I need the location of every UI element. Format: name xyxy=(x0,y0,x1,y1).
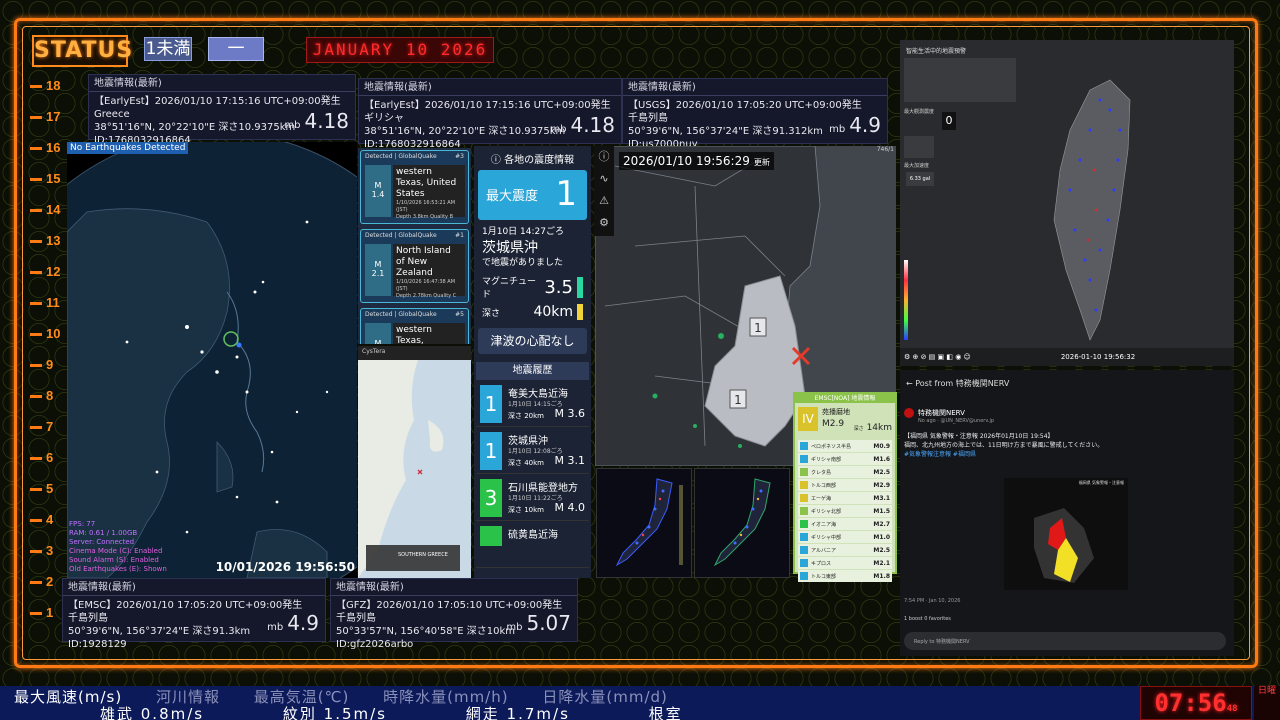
no-detection-label: No Earthquakes Detected xyxy=(67,142,189,154)
level-tag: 一 xyxy=(208,37,264,61)
jma-intensity-panel: ⓘ 各地の震度情報 最大震度 1 1月10日 14:27ごろ 茨城県沖 で地震があ… xyxy=(474,146,591,578)
quake-info-usgs: 地震情報(最新) 【USGS】2026/01/10 17:05:20 UTC+0… xyxy=(622,78,888,150)
history-item[interactable]: 1 奄美大島近海 1月10日 14:15ごろ 深さ 20km M 3.6 xyxy=(476,383,589,427)
svg-text:1: 1 xyxy=(734,393,742,407)
tw-toolbar: ⚙ ⊕ ⊘ ▤ ▣ ◧ ◉ ☺ 2026-01-10 19:56:32 xyxy=(900,348,1234,366)
scale-tick: 2 xyxy=(30,570,66,596)
history-item[interactable]: 硫黄島近海 xyxy=(476,524,589,568)
reply-input[interactable]: Reply to 特務機関NERV xyxy=(904,632,1226,650)
date-display: JANUARY 10 2026 xyxy=(306,37,494,63)
waveform-icon[interactable]: ∿ xyxy=(594,168,614,190)
history-title: 地震履歴 xyxy=(476,362,589,380)
list-item[interactable]: キプロス M2.1 xyxy=(798,557,892,569)
info-icon[interactable]: ⓘ xyxy=(594,146,614,168)
globe-timestamp: 10/01/2026 19:56:50 xyxy=(215,560,355,574)
tsunami-notice: 津波の心配なし xyxy=(478,328,587,354)
scale-tick: 12 xyxy=(30,260,66,286)
list-item[interactable]: Detected | GlobalQuake #5 M western Texas… xyxy=(360,308,469,344)
scale-tick: 11 xyxy=(30,291,66,317)
list-item[interactable]: トルコ西部 M2.9 xyxy=(798,479,892,491)
nied-minimap xyxy=(596,468,692,578)
history-item[interactable]: 1 茨城県沖 1月10日 12:08ごろ 深さ 40km M 3.1 xyxy=(476,430,589,474)
magnitude-value: mb 4.9 xyxy=(267,611,319,635)
list-item[interactable]: ギリシャ南部 M1.6 xyxy=(798,453,892,465)
intensity-color-scale xyxy=(904,260,908,340)
scale-tick: 7 xyxy=(30,415,66,441)
status-badge: STATUS xyxy=(32,35,132,67)
taiwan-eew-panel: 智能生活中的地震預警 最大觀測震度 0 最大加速度 6.33 gal ⚙ ⊕ ⊘… xyxy=(900,40,1234,366)
scale-tick: 15 xyxy=(30,167,66,193)
scale-tick: 6 xyxy=(30,446,66,472)
scale-tick: 14 xyxy=(30,198,66,224)
list-item[interactable]: Detected | GlobalQuake #1 M 2.1 North Isla… xyxy=(360,229,469,303)
taiwan-map xyxy=(1053,79,1131,341)
svg-text:SOUTHERN GREECE: SOUTHERN GREECE xyxy=(398,552,448,558)
nerv-post-panel: ← Post from 特務機関NERV 特務機関NERV No ago · @… xyxy=(900,370,1234,656)
avatar xyxy=(904,408,914,418)
depth-row: 深さ 40km xyxy=(482,304,583,320)
phone-map-view[interactable]: CysTera SOUTHERN GREECE xyxy=(358,346,471,578)
history-item[interactable]: 3 石川県能登地方 1月10日 11:22ごろ 深さ 10km M 4.0 xyxy=(476,477,589,521)
scale-tick: 16 xyxy=(30,136,66,162)
kmoni-minimap xyxy=(694,468,790,578)
quake-info-earlyest-en: 地震情報(最新) 【EarlyEst】2026/01/10 17:15:16 U… xyxy=(88,74,356,146)
list-item[interactable]: ギリシャ中部 M1.0 xyxy=(798,531,892,543)
list-item[interactable]: トルコ東部 M1.8 xyxy=(798,570,892,582)
scale-tick: 13 xyxy=(30,229,66,255)
map-side-toolbar: ⓘ ∿ ⚠ ⚙ xyxy=(594,146,614,236)
scale-tick: 8 xyxy=(30,384,66,410)
list-item[interactable]: イオニア海 M2.7 xyxy=(798,518,892,530)
warning-map-image: 福岡県 気象警報・注意報 xyxy=(1004,478,1128,590)
list-item[interactable]: ギリシャ北部 M1.5 xyxy=(798,505,892,517)
globe-view[interactable]: No Earthquakes Detected FPS: 77 RAM: 0.6… xyxy=(67,142,357,578)
max-intensity-value: 0 xyxy=(942,112,956,130)
max-intensity-card: 最大震度 1 xyxy=(478,170,587,220)
intensity-tag: 1未満 xyxy=(144,37,192,61)
quake-info-gfz: 地震情報(最新) 【GFZ】2026/01/10 17:05:10 UTC+09… xyxy=(330,578,578,650)
post-body: 【福岡県 気象警報・注意報 2026年01月10日 19:54】 福岡、北九州地… xyxy=(904,433,1104,458)
scale-tick: 1 xyxy=(30,601,66,627)
list-item[interactable]: クレタ島 M2.5 xyxy=(798,466,892,478)
svg-text:1: 1 xyxy=(754,321,762,335)
emsc-quake-list: EMSC[NOA] 地震情報 IV 苑播磨地 M2.9 深さ 14km ペロポネ… xyxy=(793,392,897,582)
magnitude-value: mb 5.07 xyxy=(506,611,571,635)
magnitude-value: mb 4.18 xyxy=(284,109,349,133)
magnitude-value: mb 4.9 xyxy=(829,113,881,137)
gear-icon[interactable]: ⚙ xyxy=(594,212,614,234)
panel-title: ⓘ 各地の震度情報 xyxy=(490,155,575,166)
scale-tick: 9 xyxy=(30,353,66,379)
epicenter-name: 茨城県沖 xyxy=(482,240,538,256)
scale-tick: 18 xyxy=(30,74,66,100)
weather-ticker: 最大風速(m/s) 河川情報 最高気温(℃) 時降水量(mm/h) 日降水量(m… xyxy=(0,686,1280,720)
list-item[interactable]: エーゲ海 M3.1 xyxy=(798,492,892,504)
list-item[interactable]: アルバニア M2.5 xyxy=(798,544,892,556)
quake-info-emsc: 地震情報(最新) 【EMSC】2026/01/10 17:05:20 UTC+0… xyxy=(62,578,326,650)
panel-title: EMSC[NOA] 地震情報 xyxy=(795,394,895,403)
level-scale: 18 17 16 15 14 13 12 11 10 9 8 7 6 5 4 3… xyxy=(30,74,66,634)
digital-clock: 07:5648 xyxy=(1140,686,1252,720)
scale-tick: 10 xyxy=(30,322,66,348)
scale-tick: 17 xyxy=(30,105,66,131)
quake-info-earlyest-ja: 地震情報(最新) 【EarlyEst】2026/01/10 17:15:16 U… xyxy=(358,78,622,150)
globe-map xyxy=(67,142,357,578)
scale-tick: 5 xyxy=(30,477,66,503)
list-item[interactable]: ペロポネソス半島 M0.9 xyxy=(798,440,892,452)
list-item[interactable]: Detected | GlobalQuake #3 M 1.4 western Te… xyxy=(360,150,469,224)
globalquake-list[interactable]: Detected | GlobalQuake #3 M 1.4 western Te… xyxy=(358,148,471,344)
map-updated-time: 2026/01/10 19:56:29 更新 xyxy=(619,152,774,170)
warning-icon[interactable]: ⚠ xyxy=(594,190,614,212)
post-header: ← Post from 特務機関NERV xyxy=(906,379,1010,388)
scale-tick: 3 xyxy=(30,539,66,565)
greece-map: SOUTHERN GREECE xyxy=(358,360,471,578)
scale-tick: 4 xyxy=(30,508,66,534)
globe-stats: FPS: 77 RAM: 0.61 / 1.00GB Server: Conne… xyxy=(69,520,167,573)
latest-quake-card: IV 苑播磨地 M2.9 深さ 14km xyxy=(795,403,895,439)
magnitude-row: マグニチュード 3.5 xyxy=(482,274,583,300)
weekday-label: 日曜 xyxy=(1254,686,1280,720)
magnitude-value: mb 4.18 xyxy=(550,113,615,137)
